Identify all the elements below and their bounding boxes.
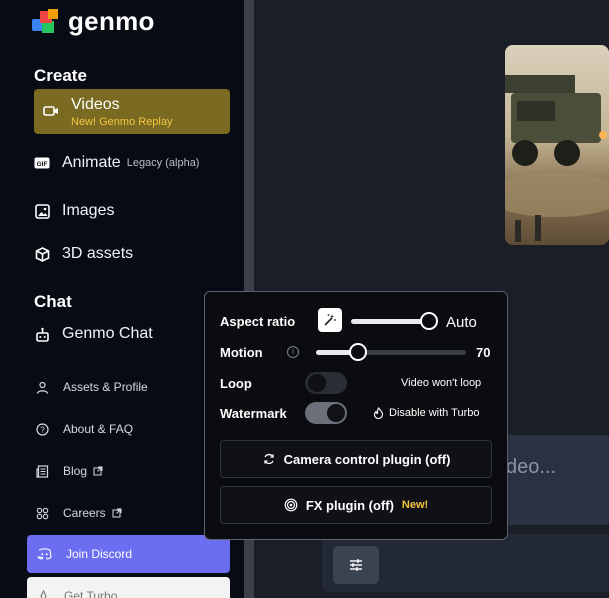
svg-text:GIF: GIF xyxy=(37,161,48,168)
sidebar-item-label: Assets & Profile xyxy=(63,380,148,394)
sidebar-item-images[interactable]: Images xyxy=(34,202,114,220)
chat-heading: Chat xyxy=(34,292,72,311)
join-discord-button[interactable]: Join Discord xyxy=(27,535,230,573)
get-turbo-button[interactable]: Get Turbo xyxy=(27,577,230,598)
new-badge: New! xyxy=(401,499,429,511)
loop-note: Video won't loop xyxy=(401,377,482,389)
discord-icon xyxy=(37,548,52,560)
sidebar-item-label: About & FAQ xyxy=(63,422,134,436)
genmo-logo-icon xyxy=(32,8,60,35)
help-circle-icon: ? xyxy=(36,422,49,436)
network-icon xyxy=(36,507,49,519)
auto-aspect-button[interactable] xyxy=(318,308,342,332)
external-link-icon xyxy=(93,466,103,476)
info-icon[interactable]: i xyxy=(287,346,299,358)
loop-toggle[interactable] xyxy=(305,372,347,394)
camera-rotate-icon xyxy=(263,453,274,465)
turbo-label: Get Turbo xyxy=(64,589,118,598)
watermark-toggle[interactable] xyxy=(305,402,347,424)
user-icon xyxy=(36,381,49,394)
sidebar-item-careers[interactable]: Careers xyxy=(36,506,122,520)
camera-control-plugin-button[interactable]: Camera control plugin (off) xyxy=(220,440,492,478)
image-icon xyxy=(34,203,50,219)
turbo-icon xyxy=(40,589,47,598)
sliders-icon xyxy=(350,559,362,571)
fx-plugin-button[interactable]: FX plugin (off) New! xyxy=(220,486,492,524)
sidebar-item-sublabel: New! Genmo Replay xyxy=(71,116,173,128)
sidebar-item-label: Careers xyxy=(63,506,106,520)
sidebar-item-label: Genmo Chat xyxy=(62,325,153,342)
svg-text:?: ? xyxy=(40,425,45,434)
fx-plugin-label: FX plugin (off) xyxy=(305,497,394,513)
sidebar-item-videos[interactable]: Videos New! Genmo Replay xyxy=(34,89,230,134)
legacy-tag: Legacy (alpha) xyxy=(126,157,200,169)
loop-label: Loop xyxy=(220,376,252,391)
sidebar-item-assets-profile[interactable]: Assets & Profile xyxy=(36,380,148,394)
vehicle-image xyxy=(505,45,609,245)
sidebar-item-blog[interactable]: Blog xyxy=(36,464,103,478)
motion-slider-handle[interactable] xyxy=(349,343,367,361)
settings-button[interactable] xyxy=(333,546,379,584)
create-heading: Create xyxy=(34,66,87,85)
loop-toggle-knob xyxy=(308,374,326,392)
prompt-placeholder: deo... xyxy=(506,456,557,478)
sidebar-item-3d-assets[interactable]: 3D assets xyxy=(34,245,133,263)
aspect-ratio-label: Aspect ratio xyxy=(220,314,296,329)
sidebar-item-label: Videos xyxy=(71,96,120,113)
flame-icon xyxy=(373,407,384,419)
sidebar-item-label: 3D assets xyxy=(62,245,134,262)
sidebar-item-about-faq[interactable]: ? About & FAQ xyxy=(36,422,133,436)
brand-logo[interactable]: genmo xyxy=(32,6,155,37)
aspect-ratio-slider-handle[interactable] xyxy=(420,312,438,330)
discord-label: Join Discord xyxy=(66,547,133,561)
newspaper-icon xyxy=(36,464,49,478)
watermark-label: Watermark xyxy=(220,406,287,421)
camera-plugin-label: Camera control plugin (off) xyxy=(283,451,451,467)
spiral-icon xyxy=(284,498,298,512)
sidebar-item-genmo-chat[interactable]: Genmo Chat xyxy=(34,325,153,343)
sidebar-item-label: Images xyxy=(62,202,115,219)
motion-value: 70 xyxy=(476,345,491,360)
gif-icon: GIF xyxy=(34,155,50,171)
sidebar-item-label: Blog xyxy=(63,464,88,478)
motion-label: Motion xyxy=(220,345,263,360)
sidebar-item-label: Animate xyxy=(62,154,121,171)
video-thumbnail[interactable] xyxy=(505,45,609,245)
video-camera-icon xyxy=(43,106,58,116)
brand-name: genmo xyxy=(68,6,155,36)
external-link-icon xyxy=(112,508,122,518)
generation-settings-popup: Aspect ratio Auto Motion i 70 Loop Video… xyxy=(204,291,508,540)
aspect-ratio-slider[interactable] xyxy=(351,319,431,324)
aspect-ratio-value: Auto xyxy=(446,314,477,331)
watermark-note-text: Disable with Turbo xyxy=(389,407,480,419)
robot-icon xyxy=(34,326,50,342)
watermark-note: Disable with Turbo xyxy=(373,407,480,419)
sidebar-item-animate[interactable]: GIF Animate Legacy (alpha) xyxy=(34,154,199,172)
magic-wand-icon xyxy=(324,314,336,326)
cube-icon xyxy=(34,246,50,262)
watermark-toggle-knob xyxy=(327,404,345,422)
